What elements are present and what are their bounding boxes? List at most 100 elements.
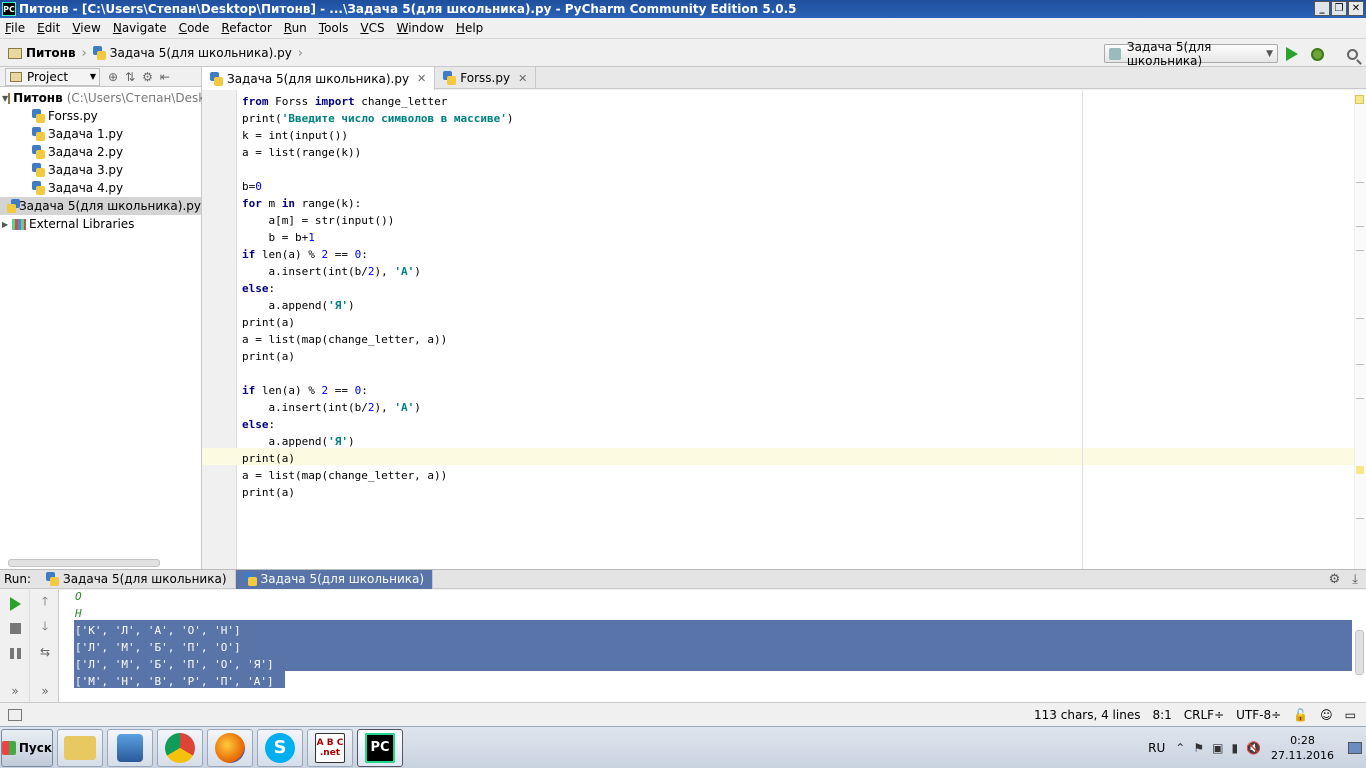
stripe-mark[interactable] bbox=[1356, 226, 1364, 227]
tree-file-item[interactable]: Forss.py bbox=[0, 107, 201, 125]
gear-icon[interactable]: ⚙ bbox=[1329, 572, 1341, 587]
device-icon[interactable]: ▣ bbox=[1212, 741, 1223, 755]
bug-icon bbox=[1310, 47, 1324, 61]
menu-file[interactable]: File bbox=[0, 21, 32, 35]
pause-button[interactable] bbox=[7, 645, 23, 661]
menu-help[interactable]: Help bbox=[451, 21, 490, 35]
stripe-mark[interactable] bbox=[1356, 182, 1364, 183]
taskbar-firefox[interactable] bbox=[207, 728, 253, 767]
stripe-mark[interactable] bbox=[1356, 250, 1364, 251]
tab-zadacha5[interactable]: Задача 5(для школьника).py ✕ bbox=[202, 67, 436, 90]
hide-panel-icon[interactable]: ⇤ bbox=[160, 70, 170, 84]
file-encoding[interactable]: UTF-8÷ bbox=[1236, 708, 1281, 722]
search-everywhere-button[interactable] bbox=[1344, 46, 1360, 62]
run-button[interactable] bbox=[1284, 46, 1300, 62]
menu-code[interactable]: Code bbox=[174, 21, 217, 35]
hide-panel-icon[interactable]: ⤓ bbox=[1352, 572, 1358, 587]
inspection-status-icon[interactable] bbox=[1355, 95, 1364, 104]
stripe-mark[interactable] bbox=[1356, 518, 1364, 519]
file-name: Задача 5(для школьника).py bbox=[18, 199, 201, 213]
more-actions-button[interactable]: » bbox=[37, 683, 53, 699]
tree-file-item-selected[interactable]: Задача 5(для школьника).py bbox=[0, 197, 201, 215]
menu-tools[interactable]: Tools bbox=[314, 21, 356, 35]
project-view-select[interactable]: Project ▼ bbox=[5, 67, 100, 86]
file-name: Forss.py bbox=[48, 109, 98, 123]
menu-refactor[interactable]: Refactor bbox=[216, 21, 278, 35]
menu-edit[interactable]: Edit bbox=[32, 21, 67, 35]
menu-window[interactable]: Window bbox=[392, 21, 451, 35]
menu-run[interactable]: Run bbox=[279, 21, 314, 35]
maximize-button[interactable]: ❐ bbox=[1331, 1, 1347, 16]
show-desktop-icon[interactable] bbox=[1348, 742, 1362, 754]
close-tab-icon[interactable]: ✕ bbox=[417, 72, 426, 85]
stop-icon bbox=[9, 622, 21, 634]
taskbar-pycharm[interactable]: PC bbox=[357, 728, 403, 767]
taskbar-chrome[interactable] bbox=[157, 728, 203, 767]
menu-navigate[interactable]: Navigate bbox=[108, 21, 174, 35]
python-file-icon bbox=[32, 109, 45, 123]
scroll-from-source-icon[interactable]: ⊕ bbox=[108, 70, 118, 84]
soft-wrap-button[interactable]: ⇆ bbox=[37, 644, 53, 660]
volume-muted-icon[interactable]: 🔇 bbox=[1246, 741, 1261, 755]
close-button[interactable]: ✕ bbox=[1348, 1, 1364, 16]
tree-file-item[interactable]: Задача 2.py bbox=[0, 143, 201, 161]
taskbar-explorer[interactable] bbox=[57, 728, 103, 767]
code-text[interactable]: from Forss import change_letter print('В… bbox=[242, 93, 514, 501]
code-line: a.insert(int(b/2), 'А') bbox=[242, 265, 421, 278]
stripe-mark[interactable] bbox=[1356, 364, 1364, 365]
caret-position[interactable]: 8:1 bbox=[1152, 708, 1171, 722]
stop-button[interactable] bbox=[7, 620, 23, 636]
close-tab-icon[interactable]: ✕ bbox=[518, 72, 527, 85]
code-editor[interactable]: from Forss import change_letter print('В… bbox=[202, 90, 1366, 569]
menu-vcs[interactable]: VCS bbox=[355, 21, 391, 35]
caret-position-mark[interactable] bbox=[1356, 466, 1364, 474]
event-log-icon[interactable]: ▭ bbox=[1345, 708, 1356, 722]
stripe-mark[interactable] bbox=[1356, 398, 1364, 399]
tree-file-item[interactable]: Задача 4.py bbox=[0, 179, 201, 197]
action-center-flag-icon[interactable]: ⚑ bbox=[1193, 741, 1204, 755]
lock-icon[interactable]: 🔓 bbox=[1293, 708, 1308, 722]
editor-tabs: Задача 5(для школьника).py ✕ Forss.py ✕ bbox=[202, 67, 1366, 90]
tool-windows-icon[interactable] bbox=[8, 708, 22, 721]
line-separator[interactable]: CRLF÷ bbox=[1184, 708, 1224, 722]
menu-view[interactable]: View bbox=[67, 21, 107, 35]
taskbar-media-player[interactable] bbox=[107, 728, 153, 767]
breadcrumb-file[interactable]: Задача 5(для школьника).py bbox=[110, 46, 292, 60]
taskbar-skype[interactable]: S bbox=[257, 728, 303, 767]
debug-button[interactable] bbox=[1309, 46, 1325, 62]
windows-logo-icon bbox=[2, 740, 16, 755]
tree-file-item[interactable]: Задача 1.py bbox=[0, 125, 201, 143]
error-stripe[interactable] bbox=[1354, 90, 1366, 569]
up-stack-button[interactable]: 🡑 bbox=[37, 594, 53, 610]
expand-arrow-icon[interactable]: ▶ bbox=[2, 220, 12, 229]
stripe-mark[interactable] bbox=[1356, 318, 1364, 319]
down-stack-button[interactable]: 🡓 bbox=[37, 619, 53, 635]
show-hidden-icons-icon[interactable]: ⌃ bbox=[1175, 741, 1185, 755]
collapse-all-icon[interactable]: ⇅ bbox=[125, 70, 135, 84]
run-tab[interactable]: Задача 5(для школьника) bbox=[38, 569, 236, 589]
more-actions-button[interactable]: » bbox=[7, 683, 23, 699]
gear-icon[interactable]: ⚙ bbox=[142, 70, 153, 84]
double-chevron-icon: » bbox=[11, 684, 19, 698]
start-button[interactable]: Пуск bbox=[1, 728, 53, 767]
run-tab-active[interactable]: Задача 5(для школьника) bbox=[235, 569, 434, 589]
tab-label: Задача 5(для школьника).py bbox=[227, 71, 410, 86]
rerun-button[interactable] bbox=[7, 596, 23, 612]
python-file-icon bbox=[46, 572, 59, 586]
code-line: k = int(input()) bbox=[242, 129, 348, 142]
system-clock[interactable]: 0:28 27.11.2016 bbox=[1271, 733, 1334, 763]
tab-forss[interactable]: Forss.py ✕ bbox=[435, 67, 537, 89]
tree-external-libraries[interactable]: ▶ External Libraries bbox=[0, 215, 201, 233]
breadcrumb-project[interactable]: Питонв bbox=[26, 46, 76, 60]
console-output[interactable]: О Н ['К', 'Л', 'А', 'О', 'Н'] ['Л', 'М',… bbox=[75, 588, 274, 690]
tree-root[interactable]: ▼ Питонв (C:\Users\Степан\Desktop bbox=[0, 89, 225, 107]
hector-icon[interactable]: ☺ bbox=[1320, 708, 1333, 722]
taskbar-abc-net[interactable]: A B C .net bbox=[307, 728, 353, 767]
language-indicator[interactable]: RU bbox=[1148, 741, 1165, 755]
minimize-button[interactable]: _ bbox=[1314, 1, 1330, 16]
run-configuration-select[interactable]: Задача 5(для школьника) ▼ bbox=[1104, 40, 1278, 68]
horizontal-scrollbar[interactable] bbox=[8, 559, 160, 567]
tree-file-item[interactable]: Задача 3.py bbox=[0, 161, 201, 179]
vertical-scrollbar[interactable] bbox=[1355, 630, 1364, 675]
network-signal-icon[interactable]: ▮ bbox=[1231, 741, 1238, 755]
